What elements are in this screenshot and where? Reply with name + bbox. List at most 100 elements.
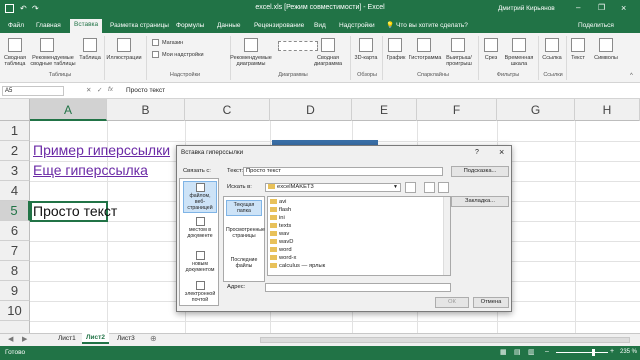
list-item[interactable]: texts <box>270 222 291 230</box>
tab-home[interactable]: Главная <box>36 20 61 33</box>
sheet-tab-2[interactable]: Лист2 <box>82 333 109 344</box>
row-header-6[interactable]: 6 <box>0 221 30 241</box>
page-break-view-icon[interactable]: ▥ <box>528 348 535 356</box>
column-header-d[interactable]: D <box>270 99 352 121</box>
up-folder-icon[interactable] <box>405 182 416 193</box>
minimize-icon[interactable]: – <box>576 3 580 12</box>
tab-review[interactable]: Рецензирование <box>254 20 304 33</box>
dialog-close-button[interactable]: × <box>499 147 504 157</box>
row-header-2[interactable]: 2 <box>0 141 30 161</box>
sparkline-winloss-button[interactable]: Выигрыш/проигрыш <box>442 55 476 67</box>
file-list-scrollbar[interactable] <box>443 197 450 275</box>
pivot-table-button[interactable]: Сводная таблица <box>0 55 30 67</box>
current-folder-button[interactable]: Текущая папка <box>226 200 262 216</box>
prev-sheet-icon[interactable]: ◀ <box>8 335 13 343</box>
recommended-charts-button[interactable]: Рекомендуемые диаграммы <box>230 55 272 67</box>
tell-me-search[interactable]: Что вы хотите сделать? <box>396 20 468 33</box>
sheet-tab-1[interactable]: Лист1 <box>54 335 80 342</box>
row-header-4[interactable]: 4 <box>0 181 30 201</box>
tab-file[interactable]: Файл <box>8 20 24 33</box>
store-button[interactable]: Магазин <box>162 40 183 46</box>
zoom-slider-thumb[interactable] <box>592 349 595 356</box>
timeline-button[interactable]: Временная шкала <box>500 55 538 67</box>
sparkline-column-button[interactable]: Гистограмма <box>406 55 444 61</box>
my-addins-button[interactable]: Мои надстройки <box>162 52 204 58</box>
bookmark-button[interactable]: Закладка... <box>451 196 509 207</box>
maximize-icon[interactable]: ❐ <box>598 3 605 12</box>
link-button[interactable]: Ссылка <box>540 55 564 61</box>
page-layout-view-icon[interactable]: ▤ <box>514 348 521 356</box>
recent-files-button[interactable]: Последние файлы <box>226 257 262 269</box>
column-header-f[interactable]: F <box>417 99 497 121</box>
list-item[interactable]: word-x <box>270 254 296 262</box>
tab-view[interactable]: Вид <box>314 20 326 33</box>
column-header-b[interactable]: B <box>107 99 185 121</box>
column-header-a[interactable]: A <box>30 99 107 121</box>
list-item[interactable]: calculus — ярлык <box>270 262 325 270</box>
column-header-e[interactable]: E <box>352 99 417 121</box>
link-email-button[interactable]: электронной почтой <box>183 281 217 303</box>
function-icon[interactable]: fx <box>108 86 113 93</box>
3d-map-button[interactable]: 3D-карта <box>352 55 380 61</box>
browse-file-icon[interactable] <box>438 182 449 193</box>
cell-a5[interactable]: Просто текст <box>33 203 117 219</box>
browse-web-icon[interactable] <box>424 182 435 193</box>
address-input[interactable] <box>265 283 451 292</box>
list-item[interactable]: wavD <box>270 238 294 246</box>
tab-addins[interactable]: Надстройки <box>339 20 375 33</box>
formula-input[interactable]: Просто текст <box>126 86 634 96</box>
zoom-slider[interactable] <box>556 352 608 353</box>
close-window-icon[interactable]: × <box>621 3 626 13</box>
help-button[interactable]: ? <box>475 149 479 156</box>
link-place-in-document-button[interactable]: местом в документе <box>183 217 217 239</box>
list-item[interactable]: wav <box>270 230 289 238</box>
user-name[interactable]: Дмитрий Кирьянов <box>498 5 555 12</box>
list-item[interactable]: avi <box>270 198 286 206</box>
select-all-corner[interactable] <box>0 99 30 121</box>
ok-button[interactable]: ОК <box>435 297 469 308</box>
row-header-9[interactable]: 9 <box>0 281 30 301</box>
add-sheet-icon[interactable]: ⊕ <box>150 334 157 343</box>
cell-a3-hyperlink[interactable]: Еще гиперссылка <box>33 162 148 178</box>
symbols-button[interactable]: Символы <box>590 55 622 61</box>
name-box[interactable]: A5 <box>2 86 64 96</box>
row-header-11[interactable] <box>0 321 30 333</box>
pivot-chart-button[interactable]: Сводная диаграмма <box>308 55 348 67</box>
row-header-5[interactable]: 5 <box>0 201 30 221</box>
recommended-pivot-button[interactable]: Рекомендуемые сводные таблицы <box>27 55 79 67</box>
link-file-webpage-button[interactable]: файлом, веб-страницей <box>183 181 217 213</box>
tab-data[interactable]: Данные <box>217 20 240 33</box>
row-header-7[interactable]: 7 <box>0 241 30 261</box>
table-button[interactable]: Таблица <box>78 55 102 61</box>
cancel-button[interactable]: Отмена <box>473 297 509 308</box>
zoom-level[interactable]: 235 % <box>620 349 637 355</box>
tab-page-layout[interactable]: Разметка страницы <box>110 20 169 33</box>
text-to-display-input[interactable]: Просто текст <box>243 167 443 176</box>
collapse-ribbon-icon[interactable]: ^ <box>630 73 633 79</box>
zoom-in-icon[interactable]: + <box>610 348 614 355</box>
cancel-formula-icon[interactable]: ✕ <box>86 86 91 94</box>
next-sheet-icon[interactable]: ▶ <box>22 335 27 343</box>
list-item[interactable]: flash <box>270 206 291 214</box>
row-header-3[interactable]: 3 <box>0 161 30 181</box>
row-header-1[interactable]: 1 <box>0 121 30 141</box>
sheet-tab-3[interactable]: Лист3 <box>113 335 139 342</box>
browsed-pages-button[interactable]: Просмотренные страницы <box>226 227 265 239</box>
text-button[interactable]: Текст <box>566 55 590 61</box>
illustrations-button[interactable]: Иллюстрации <box>105 55 143 61</box>
column-header-c[interactable]: C <box>185 99 270 121</box>
slicer-button[interactable]: Срез <box>480 55 502 61</box>
tab-formulas[interactable]: Формулы <box>176 20 204 33</box>
zoom-out-icon[interactable]: – <box>545 348 549 355</box>
screentip-button[interactable]: Подсказка... <box>451 166 509 177</box>
row-header-8[interactable]: 8 <box>0 261 30 281</box>
column-header-g[interactable]: G <box>497 99 575 121</box>
list-item[interactable]: ini <box>270 214 285 222</box>
row-header-10[interactable]: 10 <box>0 301 30 321</box>
link-new-document-button[interactable]: новым документом <box>183 251 217 273</box>
share-button[interactable]: Поделиться <box>578 20 614 33</box>
cell-a2-hyperlink[interactable]: Пример гиперссылки <box>33 142 170 158</box>
horizontal-scrollbar[interactable] <box>260 337 630 343</box>
confirm-formula-icon[interactable]: ✓ <box>97 86 102 94</box>
normal-view-icon[interactable]: ▦ <box>500 348 507 356</box>
